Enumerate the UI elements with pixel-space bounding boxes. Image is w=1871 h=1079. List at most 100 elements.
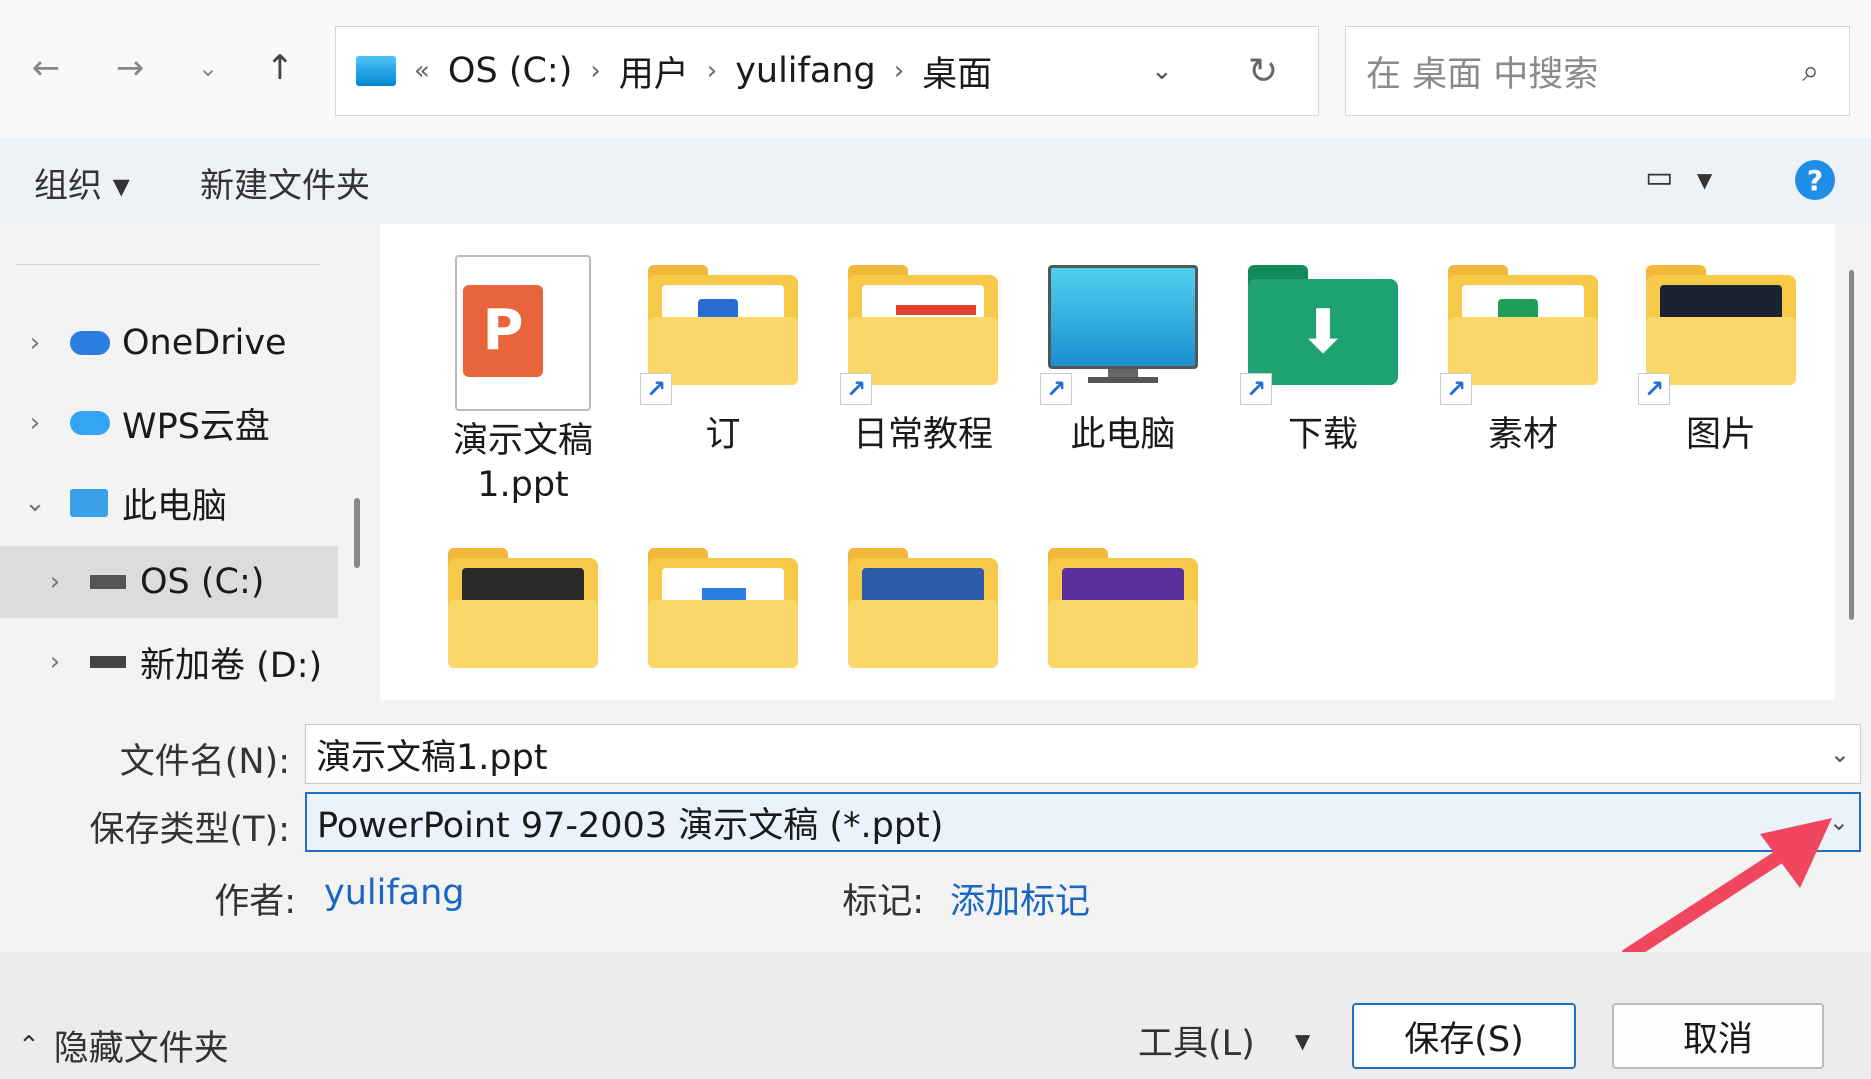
address-dropdown-icon[interactable]: ⌄ [1151, 56, 1173, 86]
chevron-right-icon: › [29, 408, 41, 438]
breadcrumb-os-c[interactable]: OS (C:) [448, 51, 572, 91]
file-label: 图片 [1685, 415, 1756, 455]
nav-item-label: 新加卷 (D:) [140, 645, 323, 686]
search-input[interactable]: 在 桌面 中搜索 ⌕ [1345, 26, 1850, 116]
author-label: 作者: [214, 882, 296, 922]
nav-scrollbar[interactable] [354, 498, 360, 568]
breadcrumb-users[interactable]: 用户 [619, 46, 689, 97]
nav-item-os-c[interactable]: › OS (C:) [0, 546, 338, 618]
new-folder-button[interactable]: 新建文件夹 [200, 158, 370, 207]
refresh-icon[interactable]: ↻ [1248, 51, 1278, 92]
ppt-file-icon: P [455, 255, 591, 411]
save-button[interactable]: 保存(S) [1352, 1003, 1576, 1069]
breadcrumb-yulifang[interactable]: yulifang [735, 51, 876, 91]
tags-label: 标记: [842, 882, 924, 922]
drive-icon [90, 575, 126, 589]
computer-icon [70, 489, 108, 517]
folder-item[interactable] [848, 548, 998, 668]
dialog-footer [0, 952, 1871, 1079]
file-type-label: 保存类型(T): [89, 810, 290, 850]
folder-icon: ↗ [840, 265, 998, 405]
file-item[interactable]: ↗ 此电脑 [1028, 265, 1218, 457]
cancel-button[interactable]: 取消 [1612, 1003, 1824, 1069]
filename-field[interactable]: 演示文稿1.ppt ⌄ [305, 724, 1861, 784]
file-label: 日常教程 [852, 415, 993, 455]
file-item[interactable]: ↗ 日常教程 [828, 265, 1018, 457]
tools-label: 工具(L) [1138, 1024, 1255, 1064]
chevron-down-icon: ⌄ [24, 488, 46, 518]
nav-item-label: WPS云盘 [122, 406, 270, 447]
content-scrollbar[interactable] [1849, 270, 1854, 620]
nav-item-wps-cloud[interactable]: › WPS云盘 [20, 387, 270, 459]
cloud-icon [70, 331, 110, 355]
breadcrumb-desktop[interactable]: 桌面 [922, 46, 992, 97]
search-placeholder: 在 桌面 中搜索 [1366, 54, 1599, 95]
filename-value: 演示文稿1.ppt [316, 737, 548, 778]
shortcut-arrow-icon: ↗ [840, 373, 872, 405]
divider [15, 264, 320, 265]
chevron-up-icon: ⌃ [18, 1030, 40, 1061]
download-folder-icon: ⬇ ↗ [1240, 265, 1398, 405]
organize-menu[interactable]: 组织 ▾ [34, 158, 130, 207]
file-item[interactable]: ↗ 订 [628, 265, 818, 457]
chevron-down-icon[interactable]: ⌄ [1830, 725, 1850, 783]
up-button[interactable]: ↑ [252, 40, 308, 96]
file-label: 订 [705, 415, 741, 455]
hide-folders-button[interactable]: ⌃ 隐藏文件夹 [18, 1020, 229, 1071]
folder-icon [1048, 548, 1198, 668]
file-item[interactable]: ↗ 图片 [1626, 265, 1816, 457]
add-tags-link[interactable]: 添加标记 [950, 873, 1090, 924]
nav-item-this-pc[interactable]: ⌄ 此电脑 [20, 467, 227, 539]
nav-item-label: OneDrive [122, 323, 287, 363]
folder-icon: ↗ [1638, 265, 1796, 405]
file-label: 素材 [1487, 415, 1558, 455]
file-label: 下载 [1287, 415, 1358, 455]
folder-item[interactable] [648, 548, 798, 668]
author-value[interactable]: yulifang [324, 873, 465, 913]
shortcut-arrow-icon: ↗ [1440, 373, 1472, 405]
folder-icon: ↗ [640, 265, 798, 405]
nav-item-new-volume-d[interactable]: › 新加卷 (D:) [0, 626, 322, 698]
folder-item[interactable] [1048, 548, 1198, 668]
nav-item-onedrive[interactable]: › OneDrive [20, 307, 287, 379]
shortcut-arrow-icon: ↗ [640, 373, 672, 405]
file-label: 演示文稿 1.ppt [452, 421, 593, 505]
overflow-crumb[interactable]: « [414, 56, 430, 86]
chevron-down-icon: ▼ [1696, 168, 1713, 192]
file-item[interactable]: P 演示文稿 1.ppt [428, 255, 618, 507]
help-icon[interactable]: ? [1795, 160, 1835, 200]
folder-icon [448, 548, 598, 668]
recent-locations-button[interactable]: ⌄ [180, 40, 236, 96]
chevron-down-icon: ⌄ [197, 54, 219, 82]
nav-item-label: 此电脑 [122, 486, 228, 527]
back-button[interactable]: ← [18, 40, 74, 96]
shortcut-arrow-icon: ↗ [1638, 373, 1670, 405]
tools-menu[interactable]: 工具(L) ▼ [1138, 1015, 1310, 1066]
shortcut-arrow-icon: ↗ [1040, 373, 1072, 405]
chevron-down-icon: ▼ [1294, 1028, 1311, 1053]
annotation-arrow-icon [1621, 818, 1832, 962]
filename-label: 文件名(N): [119, 742, 290, 782]
navigation-pane: › OneDrive › WPS云盘 ⌄ 此电脑 › OS (C:) › 新加卷… [0, 224, 340, 700]
file-label: 此电脑 [1070, 415, 1176, 455]
arrow-up-icon: ↑ [265, 48, 295, 88]
monitor-icon: ↗ [1040, 265, 1198, 405]
hide-folders-label: 隐藏文件夹 [53, 1029, 229, 1069]
view-icon: ▭ [1645, 160, 1674, 195]
file-item[interactable]: ↗ 素材 [1428, 265, 1618, 457]
chevron-right-icon: › [29, 328, 41, 358]
view-mode-button[interactable]: ▭ ▼ [1645, 160, 1712, 195]
chevron-right-icon: › [49, 567, 61, 597]
folder-item[interactable] [448, 548, 598, 668]
folder-icon [848, 548, 998, 668]
nav-item-label: OS (C:) [140, 562, 265, 602]
forward-button[interactable]: → [102, 40, 158, 96]
chevron-right-icon: › [893, 56, 905, 86]
file-item[interactable]: ⬇ ↗ 下载 [1228, 265, 1418, 457]
location-icon [356, 56, 396, 86]
search-icon: ⌕ [1802, 53, 1819, 89]
address-bar[interactable]: « OS (C:) › 用户 › yulifang › 桌面 ⌄ ↻ [335, 26, 1319, 116]
arrow-left-icon: ← [31, 48, 61, 88]
chevron-right-icon: › [590, 56, 601, 86]
chevron-right-icon: › [706, 56, 718, 86]
